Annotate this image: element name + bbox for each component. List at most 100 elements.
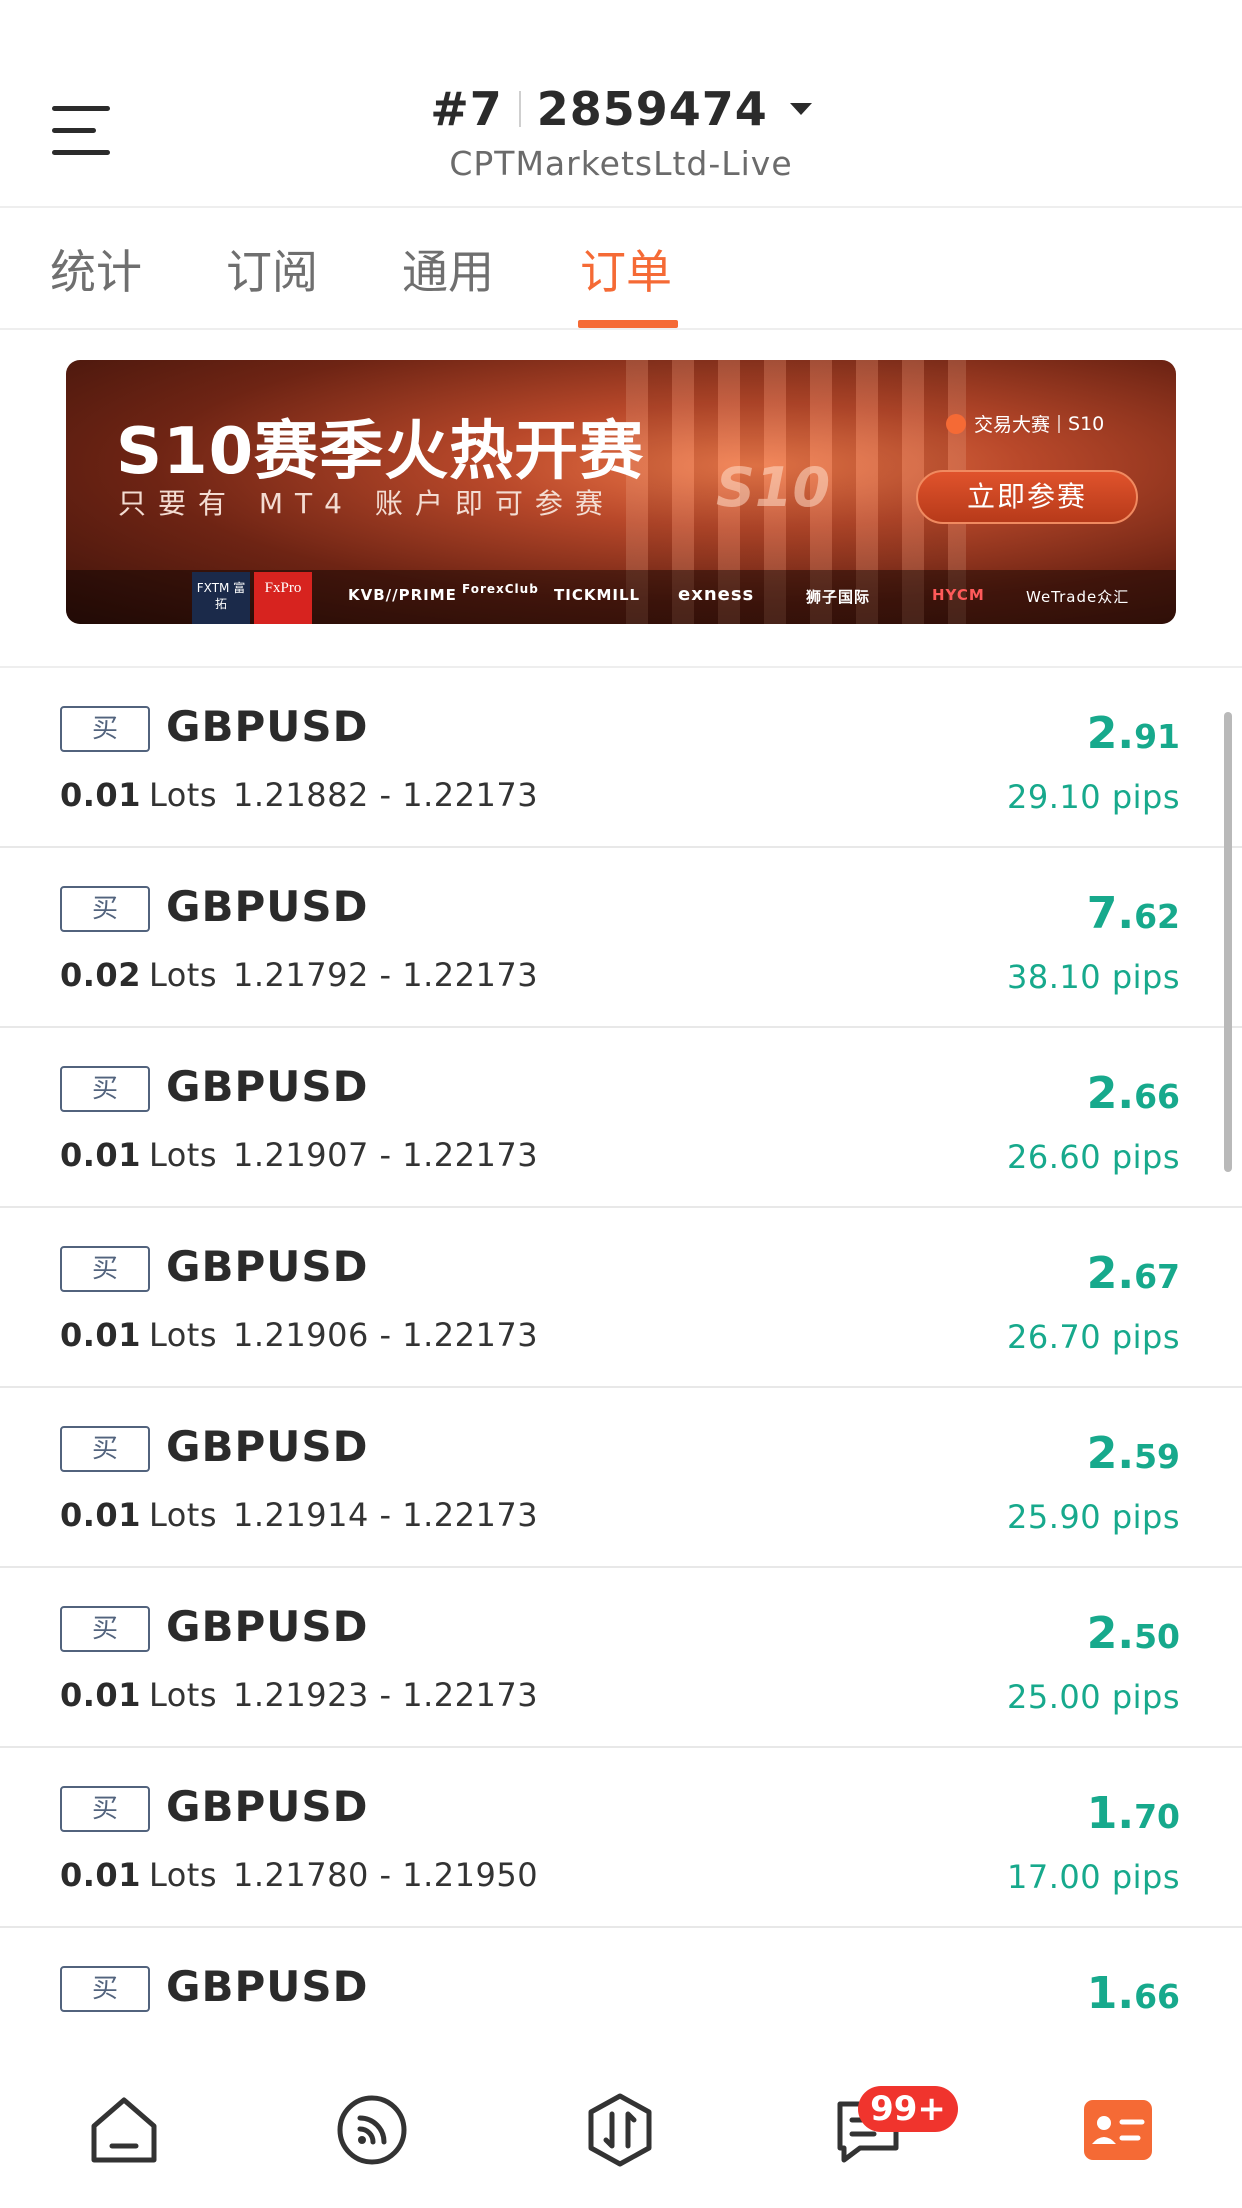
price-range: 1.21914 - 1.22173 xyxy=(233,1496,539,1534)
profit-decimal: 50 xyxy=(1134,1617,1180,1656)
lots-unit: Lots xyxy=(148,1136,218,1174)
buy-badge: 买 xyxy=(60,1066,150,1112)
order-row[interactable]: 买 GBPUSD 0.01 Lots 1.21907 - 1.22173 2.66 … xyxy=(0,1028,1242,1208)
profit-decimal: 91 xyxy=(1134,717,1180,756)
tickmill-logo: TICKMILL xyxy=(554,586,641,604)
order-symbol: GBPUSD xyxy=(166,882,369,931)
buy-badge: 买 xyxy=(60,706,150,752)
lots-unit: Lots xyxy=(148,1316,218,1354)
profit-integer: 7. xyxy=(1086,888,1135,939)
tab-statistics[interactable]: 统计 xyxy=(50,236,142,302)
order-lots: 0.01 xyxy=(60,1676,141,1714)
account-rank: #7 xyxy=(430,82,503,136)
order-profit: 1.70 xyxy=(1087,1788,1180,1839)
order-row[interactable]: 买 GBPUSD 0.01 Lots 1.21882 - 1.22173 2.91 … xyxy=(0,668,1242,848)
contest-logo-icon xyxy=(946,413,966,434)
order-row[interactable]: 买 GBPUSD 0.01 Lots 1.21914 - 1.22173 2.59 … xyxy=(0,1388,1242,1568)
order-lots: 0.01 xyxy=(60,1496,141,1534)
price-range: 1.21923 - 1.22173 xyxy=(233,1676,539,1714)
banner-title: S10赛季火热开赛 xyxy=(116,415,645,489)
order-symbol: GBPUSD xyxy=(166,702,369,751)
promo-banner[interactable]: S10赛季火热开赛 只要有 MT4 账户即可参赛 S10 交易大赛 S10 立即… xyxy=(66,360,1176,624)
order-details: 0.02 Lots 1.21792 - 1.22173 xyxy=(60,956,538,994)
price-range: 1.21906 - 1.22173 xyxy=(233,1316,539,1354)
fxtm-logo: FXTM 富拓 xyxy=(192,572,250,624)
orders-list: 买 GBPUSD 0.01 Lots 1.21882 - 1.22173 2.91 … xyxy=(0,666,1242,2108)
scrollbar[interactable] xyxy=(1224,712,1232,1172)
order-row[interactable]: 买 GBPUSD 0.01 Lots 1.21906 - 1.22173 2.67 … xyxy=(0,1208,1242,1388)
tab-general[interactable]: 通用 xyxy=(402,236,494,302)
order-details: 0.01 Lots 1.21882 - 1.22173 xyxy=(60,776,538,814)
order-profit: 1.66 xyxy=(1087,1968,1180,2019)
account-dropdown[interactable]: #7 2859474 xyxy=(430,82,812,136)
profit-decimal: 67 xyxy=(1134,1257,1180,1296)
buy-badge: 买 xyxy=(60,1426,150,1472)
order-lots: 0.01 xyxy=(60,1316,141,1354)
lots-unit: Lots xyxy=(148,776,218,814)
profit-decimal: 66 xyxy=(1134,1077,1180,1116)
order-details: 0.01 Lots 1.21780 - 1.21950 xyxy=(60,1856,538,1894)
order-profit: 2.66 xyxy=(1087,1068,1180,1119)
profit-integer: 2. xyxy=(1086,1428,1135,1479)
profit-integer: 2. xyxy=(1086,1248,1135,1299)
account-number: 2859474 xyxy=(536,82,768,136)
lion-logo: 狮子国际 xyxy=(806,588,871,606)
feed-icon xyxy=(337,2095,407,2165)
lots-unit: Lots xyxy=(148,1676,218,1714)
order-symbol: GBPUSD xyxy=(166,1962,369,2011)
profit-integer: 2. xyxy=(1086,1608,1135,1659)
order-row[interactable]: 买 GBPUSD 0.02 Lots 1.21792 - 1.22173 7.62 … xyxy=(0,848,1242,1028)
nav-feed[interactable] xyxy=(332,2090,412,2170)
account-selector: #7 2859474 CPTMarketsLtd-Live xyxy=(0,82,1242,183)
tab-bar: 统计 订阅 通用 订单 xyxy=(0,210,1242,330)
price-range: 1.21882 - 1.22173 xyxy=(233,776,539,814)
order-profit: 2.67 xyxy=(1087,1248,1180,1299)
order-lots: 0.02 xyxy=(60,956,141,994)
price-range: 1.21907 - 1.22173 xyxy=(233,1136,539,1174)
order-lots: 0.01 xyxy=(60,1856,141,1894)
banner-s10-mark: S10 xyxy=(716,456,831,519)
banner-subtitle: 只要有 MT4 账户即可参赛 xyxy=(118,487,615,520)
order-pips: 29.10 pips xyxy=(1007,778,1180,816)
order-pips: 26.70 pips xyxy=(1007,1318,1180,1356)
tab-orders[interactable]: 订单 xyxy=(580,236,672,302)
trade-icon xyxy=(588,2093,652,2167)
order-details: 0.01 Lots 1.21914 - 1.22173 xyxy=(60,1496,538,1534)
order-pips: 25.00 pips xyxy=(1007,1678,1180,1716)
lots-unit: Lots xyxy=(148,1496,218,1534)
app-header: #7 2859474 CPTMarketsLtd-Live xyxy=(0,0,1242,208)
kvb-logo: KVB//PRIME xyxy=(348,586,457,604)
active-tab-indicator xyxy=(578,320,678,328)
price-range: 1.21792 - 1.22173 xyxy=(233,956,539,994)
banner-tag-season: S10 xyxy=(1068,412,1105,435)
banner-tag-text: 交易大赛 xyxy=(974,414,1051,436)
order-row[interactable]: 买 GBPUSD 0.01 Lots 1.21923 - 1.22173 2.50 … xyxy=(0,1568,1242,1748)
server-name: CPTMarketsLtd-Live xyxy=(449,144,793,183)
order-lots: 0.01 xyxy=(60,776,141,814)
nav-trade[interactable] xyxy=(580,2090,660,2170)
profit-integer: 1. xyxy=(1086,1968,1135,2019)
caret-down-icon xyxy=(789,103,812,115)
order-row[interactable]: 买 GBPUSD 0.01 Lots 1.21780 - 1.21950 1.70 … xyxy=(0,1748,1242,1928)
home-icon xyxy=(91,2097,157,2163)
order-symbol: GBPUSD xyxy=(166,1602,369,1651)
profit-decimal: 66 xyxy=(1134,1977,1180,2016)
order-profit: 2.59 xyxy=(1087,1428,1180,1479)
forexclub-logo: ForexClub xyxy=(462,582,539,596)
lots-unit: Lots xyxy=(148,1856,218,1894)
join-contest-button[interactable]: 立即参赛 xyxy=(916,470,1138,524)
order-symbol: GBPUSD xyxy=(166,1062,369,1111)
fxpro-logo: FxPro xyxy=(254,572,312,624)
order-pips: 17.00 pips xyxy=(1007,1858,1180,1896)
orders-screen: #7 2859474 CPTMarketsLtd-Live 统计 订阅 通用 订… xyxy=(0,0,1242,2208)
order-details: 0.01 Lots 1.21906 - 1.22173 xyxy=(60,1316,538,1354)
nav-home[interactable] xyxy=(84,2090,164,2170)
divider xyxy=(1058,414,1061,433)
buy-badge: 买 xyxy=(60,886,150,932)
profit-decimal: 70 xyxy=(1134,1797,1180,1836)
tab-subscriptions[interactable]: 订阅 xyxy=(226,236,318,302)
nav-profile[interactable] xyxy=(1078,2090,1158,2170)
order-lots: 0.01 xyxy=(60,1136,141,1174)
buy-badge: 买 xyxy=(60,1606,150,1652)
order-pips: 38.10 pips xyxy=(1007,958,1180,996)
